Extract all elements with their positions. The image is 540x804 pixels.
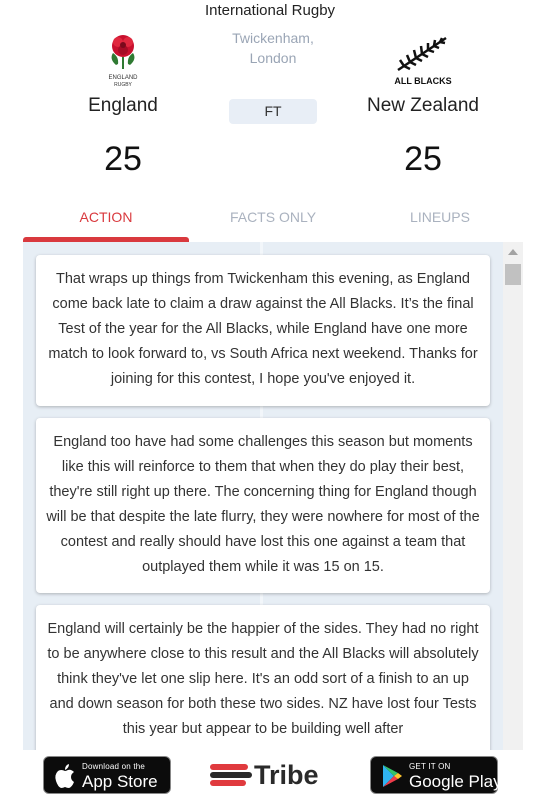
commentary-card: England will certainly be the happier of… xyxy=(36,605,490,750)
all-blacks-crest: ALL BLACKS xyxy=(323,30,523,92)
rose-icon: ENGLAND RUGBY xyxy=(108,35,138,88)
feed-scrollbar[interactable] xyxy=(503,242,523,750)
tab-facts-only[interactable]: FACTS ONLY xyxy=(190,200,356,242)
away-team: ALL BLACKS New Zealand xyxy=(323,30,523,117)
tribe-logo: Tribe xyxy=(210,758,330,792)
tribe-wordmark: Tribe xyxy=(254,759,319,790)
google-play-icon xyxy=(383,765,402,787)
svg-text:ENGLAND: ENGLAND xyxy=(108,75,138,81)
scroll-up-arrow-icon[interactable] xyxy=(508,249,518,255)
apple-icon xyxy=(55,764,74,788)
svg-text:RUGBY: RUGBY xyxy=(114,82,132,88)
match-status-badge: FT xyxy=(229,99,317,124)
england-crest: ENGLAND RUGBY xyxy=(23,30,223,92)
commentary-feed[interactable]: That wraps up things from Twickenham thi… xyxy=(23,242,523,750)
commentary-card: That wraps up things from Twickenham thi… xyxy=(36,255,490,406)
competition-title: International Rugby xyxy=(204,2,336,19)
tribe-mark-icon xyxy=(210,761,252,789)
tab-action[interactable]: ACTION xyxy=(23,200,189,242)
tab-lineups[interactable]: LINEUPS xyxy=(357,200,523,242)
google-play-small-text: GET IT ON xyxy=(409,762,451,771)
silver-fern-icon: ALL BLACKS xyxy=(394,36,452,86)
commentary-card: England too have had some challenges thi… xyxy=(36,418,490,593)
footer-bar: Download on the App Store Tribe GET IT O… xyxy=(23,750,523,804)
svg-text:ALL BLACKS: ALL BLACKS xyxy=(394,76,451,86)
app-store-button[interactable]: Download on the App Store xyxy=(43,756,171,794)
tab-bar: ACTION FACTS ONLY LINEUPS xyxy=(23,200,523,242)
home-team-name: England xyxy=(88,95,158,116)
app-store-label: App Store xyxy=(82,772,158,791)
home-team: ENGLAND RUGBY England xyxy=(23,30,223,117)
scroll-thumb[interactable] xyxy=(505,264,521,285)
app-store-small-text: Download on the xyxy=(82,762,146,771)
away-team-name: New Zealand xyxy=(367,95,479,116)
google-play-button[interactable]: GET IT ON Google Play xyxy=(370,756,502,794)
away-score: 25 xyxy=(404,140,442,178)
google-play-label: Google Play xyxy=(409,772,502,791)
home-score: 25 xyxy=(104,140,142,178)
